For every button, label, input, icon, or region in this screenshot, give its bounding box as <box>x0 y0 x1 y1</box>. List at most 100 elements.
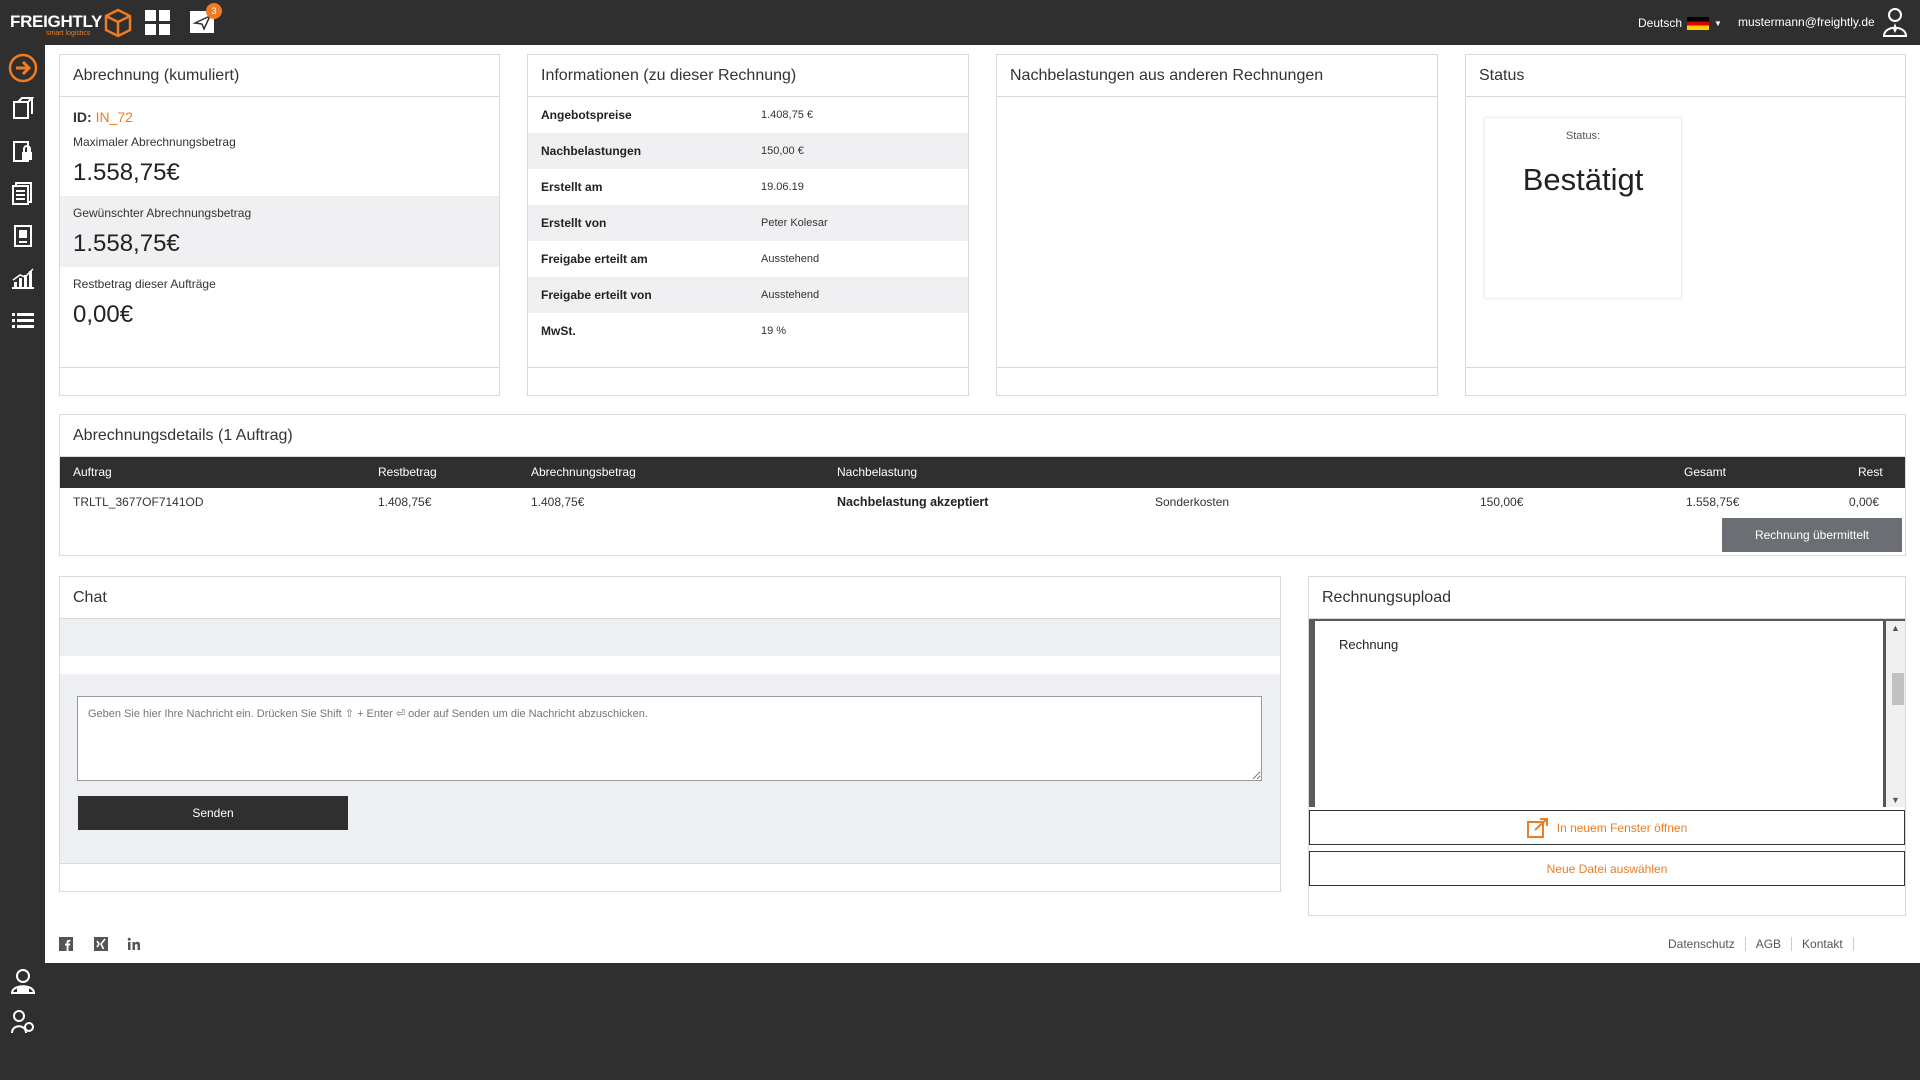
max-amount-value: 1.558,75€ <box>73 159 180 186</box>
informationen-panel: Informationen (zu dieser Rechnung) Angeb… <box>527 54 969 396</box>
wanted-amount-block: Gewünschter Abrechnungsbetrag 1.558,75€ <box>60 196 499 267</box>
info-label: Nachbelastungen <box>541 144 642 158</box>
info-value: 19 % <box>761 325 787 337</box>
col-abrechnungsbetrag: Abrechnungsbetrag <box>531 465 636 479</box>
panel-title: Status <box>1466 55 1905 97</box>
sidebar-item-shipments[interactable] <box>8 93 38 123</box>
arrow-right-circle-icon <box>8 53 38 83</box>
info-label: MwSt. <box>541 324 576 338</box>
info-value: Ausstehend <box>761 289 820 301</box>
invoice-id: ID: IN_72 <box>60 97 499 125</box>
info-value: Peter Kolesar <box>761 217 828 229</box>
panel-title: Abrechnungsdetails (1 Auftrag) <box>60 415 1905 457</box>
status-panel: Status Status: Bestätigt <box>1465 54 1906 396</box>
select-file-label: Neue Datei auswählen <box>1546 861 1668 876</box>
sidebar-item-toggle[interactable] <box>8 53 38 83</box>
cell-abrechnungsbetrag: 1.408,75€ <box>531 495 585 509</box>
viewer-scrollbar[interactable]: ▲ ▼ <box>1883 621 1905 807</box>
sidebar <box>0 45 45 1080</box>
send-button[interactable]: Senden <box>78 796 348 830</box>
table-row: TRLTL_3677OF7141OD 1.408,75€ 1.408,75€ N… <box>60 488 1905 516</box>
documents-icon <box>12 182 32 205</box>
shipment-icon <box>13 97 35 119</box>
caret-down-icon: ▼ <box>1714 18 1722 28</box>
document-label: Rechnung <box>1339 637 1399 652</box>
document-viewer[interactable]: Rechnung ▲ ▼ <box>1309 619 1905 807</box>
sidebar-item-invoices[interactable] <box>8 221 38 251</box>
max-amount-label: Maximaler Abrechnungsbetrag <box>73 135 236 149</box>
open-new-window-button[interactable]: In neuem Fenster öffnen <box>1309 810 1905 845</box>
cell-auftrag[interactable]: TRLTL_3677OF7141OD <box>73 488 204 516</box>
sidebar-item-user-settings[interactable] <box>8 1007 38 1037</box>
max-amount-block: Maximaler Abrechnungsbetrag 1.558,75€ <box>60 125 499 196</box>
info-value: 1.408,75 € <box>761 109 813 121</box>
xing-icon[interactable] <box>94 937 108 951</box>
id-label: ID: <box>73 109 92 125</box>
language-selector[interactable]: Deutsch ▼ <box>1638 16 1722 30</box>
panel-footer <box>60 367 499 395</box>
status-card: Status: Bestätigt <box>1484 117 1682 299</box>
scroll-down-icon[interactable]: ▼ <box>1891 795 1900 805</box>
chat-panel: Chat Senden <box>59 576 1281 892</box>
info-value: 19.06.19 <box>761 181 804 193</box>
table-header: Auftrag Restbetrag Abrechnungsbetrag Nac… <box>60 457 1905 488</box>
facebook-icon[interactable] <box>59 937 73 951</box>
top-bar: FREIGHTLY smart logistics 3 Deutsch ▼ mu… <box>0 0 1920 45</box>
rechnungsupload-panel: Rechnungsupload Rechnung ▲ ▼ In neuem Fe… <box>1308 576 1906 916</box>
panel-footer <box>1466 367 1905 395</box>
abrechnungsdetails-panel: Abrechnungsdetails (1 Auftrag) Auftrag R… <box>59 414 1906 556</box>
user-settings-icon <box>11 1010 34 1034</box>
col-rest: Rest <box>1858 465 1883 479</box>
select-file-button[interactable]: Neue Datei auswählen <box>1309 851 1905 886</box>
user-email[interactable]: mustermann@freightly.de <box>1738 15 1875 29</box>
main-content: Abrechnung (kumuliert) ID: IN_72 Maximal… <box>45 45 1920 963</box>
user-avatar-icon[interactable] <box>1882 7 1908 37</box>
notification-badge: 3 <box>206 3 222 19</box>
footer: Datenschutz AGB Kontakt <box>45 925 1920 963</box>
freightly-logo[interactable]: FREIGHTLY smart logistics <box>10 8 132 38</box>
footer-link-kontakt[interactable]: Kontakt <box>1792 937 1854 951</box>
linkedin-icon[interactable] <box>127 937 141 951</box>
col-nachbelastung: Nachbelastung <box>837 465 918 479</box>
info-value: 150,00 € <box>761 145 804 157</box>
footer-link-datenschutz[interactable]: Datenschutz <box>1658 937 1746 951</box>
sidebar-item-documents[interactable] <box>8 178 38 208</box>
panel-title: Abrechnung (kumuliert) <box>60 55 499 97</box>
info-row: Angebotspreise 1.408,75 € <box>528 97 968 133</box>
chat-messages <box>60 619 1280 656</box>
panel-footer <box>60 863 1280 891</box>
status-value: Bestätigt <box>1522 162 1644 197</box>
invoice-icon <box>14 225 32 247</box>
logo-tagline: smart logistics <box>46 30 91 37</box>
cell-nachbelastung-typ: Sonderkosten <box>1155 495 1230 509</box>
info-row: Erstellt von Peter Kolesar <box>528 205 968 241</box>
info-row: Freigabe erteilt am Ausstehend <box>528 241 968 277</box>
info-value: Ausstehend <box>761 253 820 265</box>
panel-title: Chat <box>60 577 1280 619</box>
scrollbar-thumb[interactable] <box>1892 673 1904 705</box>
open-new-window-label: In neuem Fenster öffnen <box>1556 820 1688 835</box>
col-gesamt: Gesamt <box>1684 465 1727 479</box>
external-link-icon <box>1526 817 1548 838</box>
rest-amount-label: Restbetrag dieser Aufträge <box>73 277 216 291</box>
footer-link-agb[interactable]: AGB <box>1746 937 1793 951</box>
sidebar-item-user-manager[interactable] <box>8 966 38 996</box>
sidebar-item-statistics[interactable] <box>8 263 38 293</box>
sidebar-item-list[interactable] <box>8 306 38 336</box>
footer-links: Datenschutz AGB Kontakt <box>1658 937 1854 951</box>
panel-footer <box>997 367 1437 395</box>
rest-amount-block: Restbetrag dieser Aufträge 0,00€ <box>60 267 499 338</box>
cell-nachbelastung-status: Nachbelastung akzeptiert <box>837 495 989 509</box>
apps-grid-icon[interactable] <box>145 10 171 36</box>
cell-nachbelastung-betrag: 150,00€ <box>1480 495 1524 509</box>
chat-compose-area: Senden <box>60 674 1280 865</box>
nachbelastungen-panel: Nachbelastungen aus anderen Rechnungen <box>996 54 1438 396</box>
rechnung-uebermittelt-button[interactable]: Rechnung übermittelt <box>1722 518 1902 552</box>
info-row: Freigabe erteilt von Ausstehend <box>528 277 968 313</box>
status-label: Status: <box>1565 130 1601 142</box>
lock-document-icon <box>13 141 32 162</box>
rest-amount-value: 0,00€ <box>73 301 134 328</box>
scroll-up-icon[interactable]: ▲ <box>1891 623 1900 633</box>
sidebar-item-secure-docs[interactable] <box>8 136 38 166</box>
chat-message-input[interactable] <box>77 696 1262 781</box>
